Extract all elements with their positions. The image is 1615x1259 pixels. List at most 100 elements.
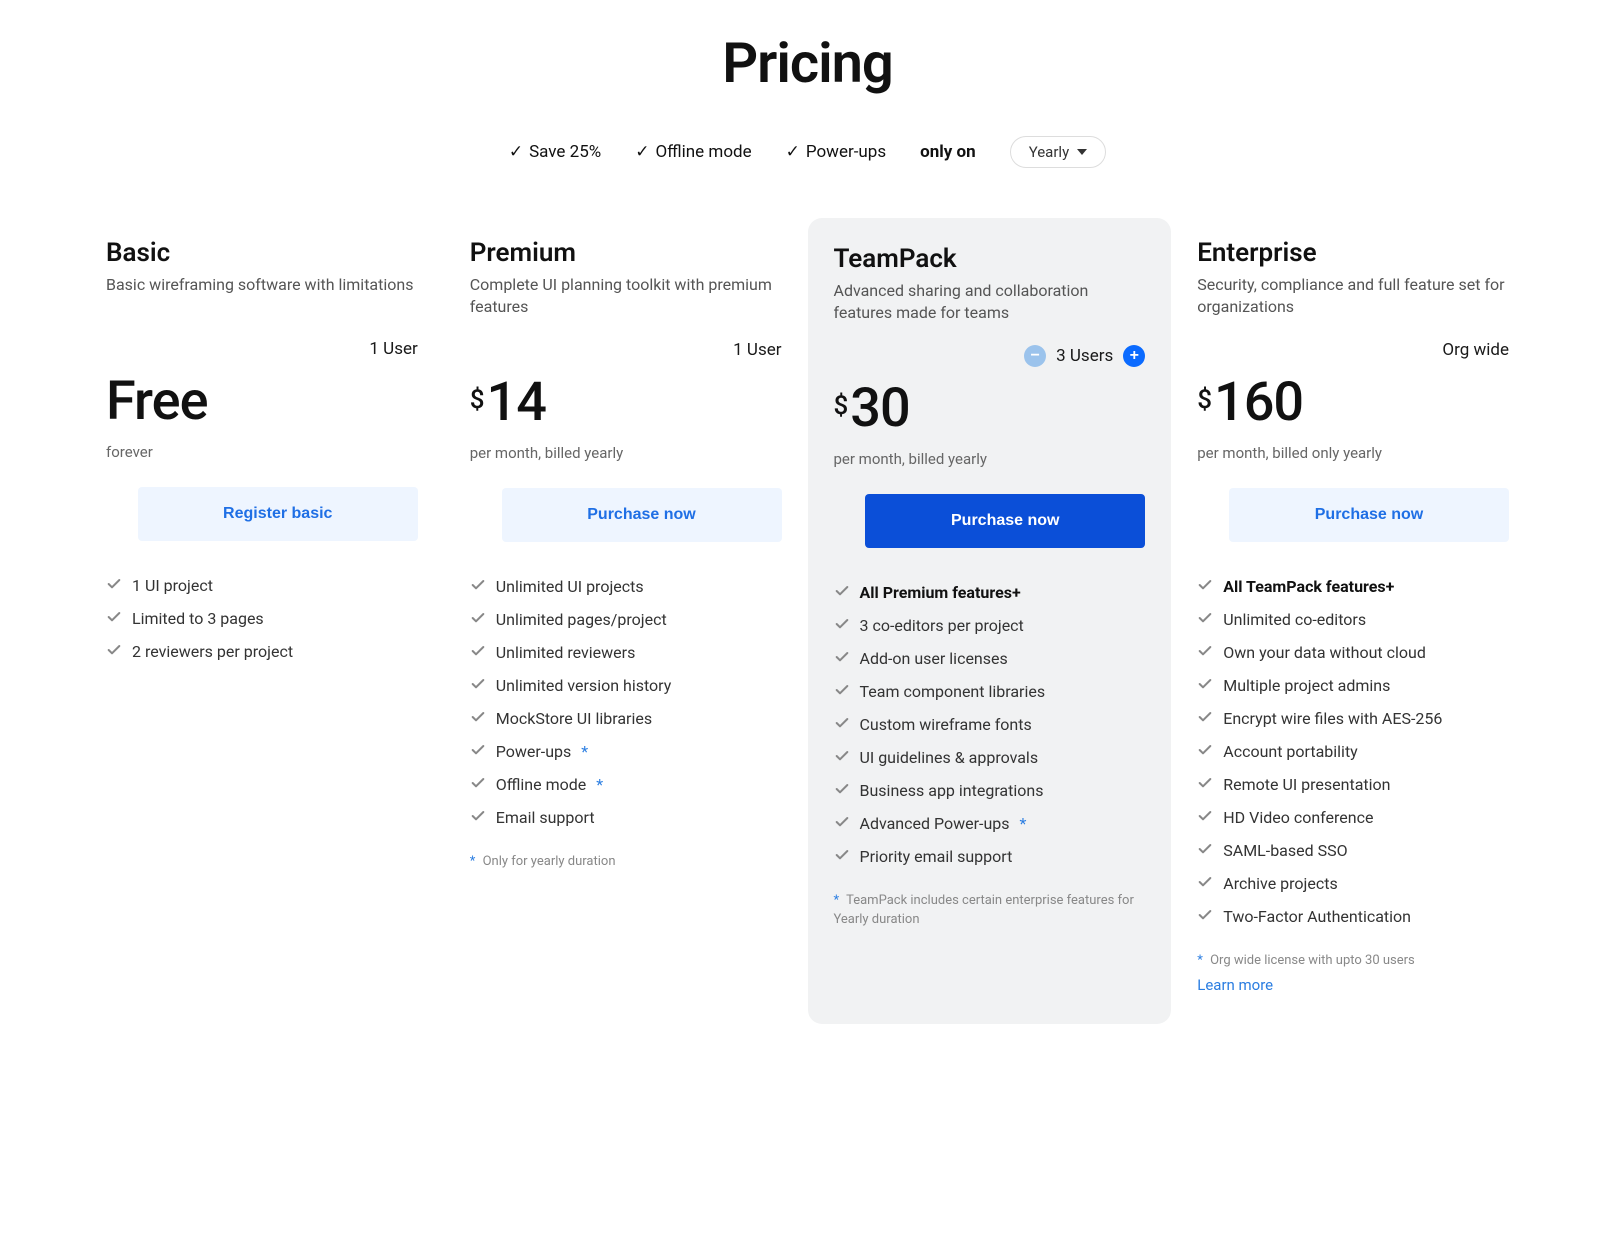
feature-text: Custom wireframe fonts [860, 715, 1032, 734]
feature-item: Account portability [1197, 735, 1509, 768]
price-amount: 14 [487, 371, 546, 434]
feature-item: Unlimited co-editors [1197, 603, 1509, 636]
check-icon [106, 576, 122, 592]
feature-text: Offline mode [496, 775, 587, 794]
users-decrement-button[interactable]: − [1024, 345, 1046, 367]
plan-footnote: * Org wide license with upto 30 users [1197, 951, 1509, 971]
price: Free [106, 370, 418, 433]
check-icon: ✓ [786, 142, 800, 162]
feature-text: HD Video conference [1223, 808, 1373, 827]
price: $30 [834, 377, 1146, 440]
check-icon [470, 643, 486, 659]
plan-name: Premium [470, 238, 782, 268]
users-label: 3 Users [1056, 346, 1113, 366]
feature-item: 3 co-editors per project [834, 609, 1146, 642]
check-icon [1197, 775, 1213, 791]
check-icon [1197, 610, 1213, 626]
price: $14 [470, 371, 782, 434]
feature-text: 3 co-editors per project [860, 616, 1024, 635]
feature-item: Email support [470, 801, 782, 834]
feature-text: 2 reviewers per project [132, 642, 293, 661]
feature-item: Priority email support [834, 840, 1146, 873]
feature-item: Custom wireframe fonts [834, 708, 1146, 741]
cta-button[interactable]: Register basic [138, 487, 418, 541]
check-icon: ✓ [509, 142, 523, 162]
feature-text: 1 UI project [132, 576, 213, 595]
footnote-text: Org wide license with upto 30 users [1207, 953, 1415, 968]
perk-item: ✓ Save 25% [509, 142, 601, 162]
check-icon [470, 676, 486, 692]
feature-text: Add-on user licenses [860, 649, 1008, 668]
check-icon [1197, 742, 1213, 758]
feature-item: Archive projects [1197, 867, 1509, 900]
feature-text: Advanced Power-ups [860, 814, 1010, 833]
cta-button[interactable]: Purchase now [1229, 488, 1509, 542]
page-title: Pricing [80, 30, 1535, 96]
duration-selected-label: Yearly [1029, 143, 1069, 161]
feature-list: All TeamPack features+ Unlimited co-edito… [1197, 570, 1509, 933]
feature-list: All Premium features+3 co-editors per pr… [834, 576, 1146, 873]
check-icon [470, 610, 486, 626]
check-icon: ✓ [635, 142, 649, 162]
asterisk-icon: * [1020, 814, 1027, 833]
feature-text: All TeamPack features+ [1223, 577, 1394, 596]
check-icon [834, 682, 850, 698]
feature-text: UI guidelines & approvals [860, 748, 1039, 767]
learn-more-link[interactable]: Learn more [1197, 976, 1509, 994]
currency-symbol: $ [834, 391, 849, 421]
plan-description: Advanced sharing and collaboration featu… [834, 280, 1146, 325]
plan-card-teampack: TeamPackAdvanced sharing and collaborati… [808, 218, 1172, 1024]
billing-cycle: forever [106, 443, 418, 461]
feature-item: SAML-based SSO [1197, 834, 1509, 867]
feature-item: Multiple project admins [1197, 669, 1509, 702]
check-icon [834, 616, 850, 632]
feature-text: Team component libraries [860, 682, 1046, 701]
users-increment-button[interactable]: + [1123, 345, 1145, 367]
currency-symbol: $ [1197, 385, 1212, 415]
users-row: Org wide [1197, 337, 1509, 363]
feature-item: Unlimited version history [470, 669, 782, 702]
plan-name: Basic [106, 238, 418, 268]
users-row: 1 User [106, 336, 418, 362]
check-icon [470, 808, 486, 824]
feature-text: MockStore UI libraries [496, 709, 652, 728]
check-icon [834, 781, 850, 797]
billing-cycle: per month, billed only yearly [1197, 444, 1509, 462]
check-icon [1197, 643, 1213, 659]
feature-item: Two-Factor Authentication [1197, 900, 1509, 933]
feature-text: Unlimited reviewers [496, 643, 636, 662]
feature-item: Team component libraries [834, 675, 1146, 708]
check-icon [1197, 841, 1213, 857]
feature-text: Priority email support [860, 847, 1013, 866]
billing-cycle: per month, billed yearly [470, 444, 782, 462]
feature-text: Unlimited pages/project [496, 610, 667, 629]
feature-item: Add-on user licenses [834, 642, 1146, 675]
asterisk-icon: * [581, 742, 588, 761]
cta-button[interactable]: Purchase now [865, 494, 1145, 548]
feature-item: 2 reviewers per project [106, 635, 418, 668]
currency-symbol: $ [470, 385, 485, 415]
check-icon [1197, 808, 1213, 824]
feature-item: All TeamPack features+ [1197, 570, 1509, 603]
plan-card-premium: Premium Complete UI planning toolkit with… [444, 218, 808, 1024]
feature-text: Business app integrations [860, 781, 1044, 800]
plan-footnote: * TeamPack includes certain enterprise f… [834, 891, 1146, 930]
check-icon [470, 742, 486, 758]
check-icon [470, 577, 486, 593]
feature-item: Advanced Power-ups * [834, 807, 1146, 840]
perks-row: ✓ Save 25% ✓ Offline mode ✓ Power-ups on… [80, 136, 1535, 168]
plan-description: Complete UI planning toolkit with premiu… [470, 274, 782, 319]
check-icon [834, 715, 850, 731]
plan-description: Security, compliance and full feature se… [1197, 274, 1509, 319]
users-label: 1 User [733, 340, 781, 360]
users-label: 1 User [369, 339, 417, 359]
check-icon [834, 847, 850, 863]
feature-item: 1 UI project [106, 569, 418, 602]
cta-button[interactable]: Purchase now [502, 488, 782, 542]
asterisk-icon: * [470, 854, 476, 869]
duration-select[interactable]: Yearly [1010, 136, 1106, 168]
feature-text: Limited to 3 pages [132, 609, 264, 628]
check-icon [834, 814, 850, 830]
asterisk-icon: * [1197, 953, 1203, 968]
check-icon [470, 775, 486, 791]
